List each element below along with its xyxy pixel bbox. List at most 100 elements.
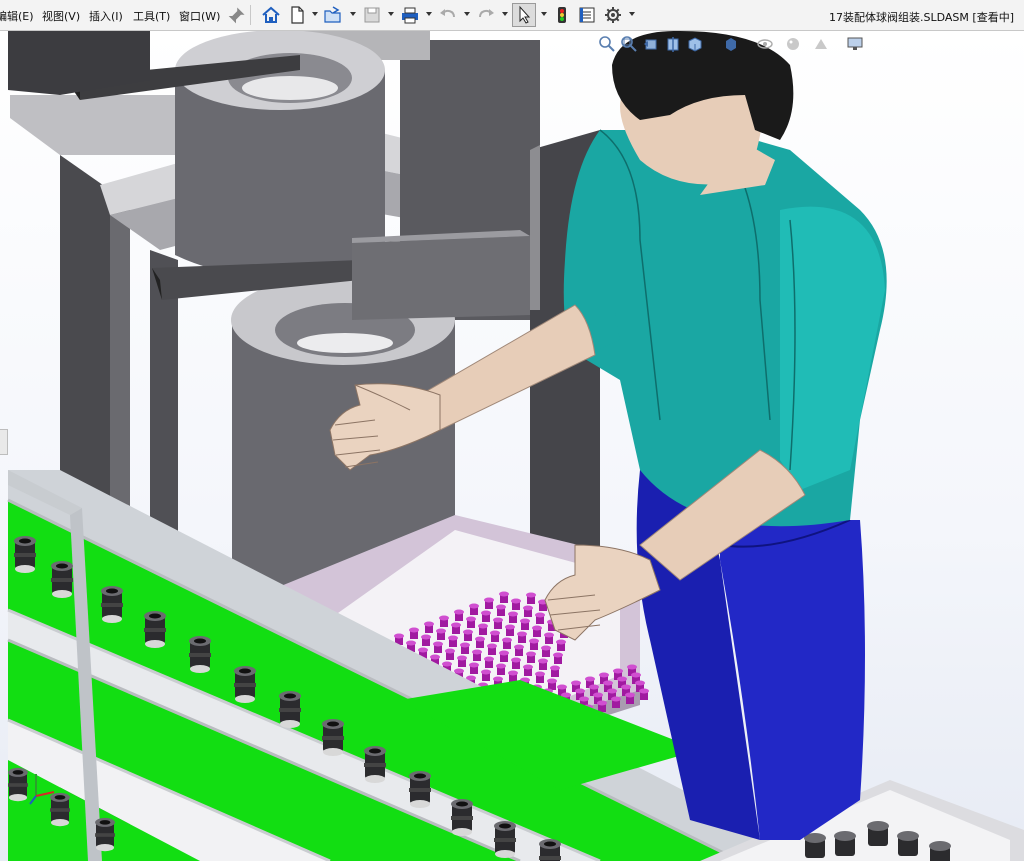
- magenta-part: [481, 669, 491, 681]
- display-style-icon[interactable]: [722, 35, 740, 53]
- magenta-part: [484, 656, 494, 668]
- graphics-viewport[interactable]: [0, 31, 1024, 861]
- magenta-part: [460, 642, 470, 654]
- magenta-part: [538, 658, 548, 670]
- magenta-part: [463, 629, 473, 641]
- magenta-part: [469, 603, 479, 615]
- valve-part: [539, 839, 561, 861]
- magenta-part: [639, 688, 649, 700]
- menu-window[interactable]: 窗口(W): [179, 8, 220, 24]
- magenta-part: [535, 612, 545, 624]
- valve-part: [409, 771, 431, 808]
- magenta-part: [490, 630, 500, 642]
- valve-part: [144, 611, 166, 648]
- select-arrow-icon[interactable]: [512, 3, 536, 27]
- valve-part: [364, 746, 386, 783]
- magenta-part: [451, 622, 461, 634]
- edit-appearance-icon[interactable]: [784, 35, 802, 53]
- magenta-part: [448, 635, 458, 647]
- pin-icon[interactable]: [225, 5, 245, 25]
- magenta-part: [475, 636, 485, 648]
- apply-scene-icon[interactable]: [812, 35, 830, 53]
- magenta-part: [541, 645, 551, 657]
- menu-insert[interactable]: 插入(I): [89, 8, 123, 24]
- magenta-part: [526, 592, 536, 604]
- valve-part: [867, 821, 889, 846]
- view-orientation-icon[interactable]: [686, 35, 704, 53]
- magenta-part: [597, 700, 607, 712]
- magenta-part: [496, 663, 506, 675]
- open-folder-icon[interactable]: [322, 4, 344, 26]
- document-title: 17装配体球阀组装.SLDASM [查看中]: [829, 11, 1014, 24]
- valve-part: [95, 817, 115, 852]
- file-properties-icon[interactable]: [576, 4, 598, 26]
- monitor-icon[interactable]: [846, 35, 864, 53]
- valve-part: [804, 833, 826, 858]
- traffic-light-icon[interactable]: [551, 4, 573, 26]
- undo-icon[interactable]: [437, 4, 459, 26]
- valve-part: [189, 636, 211, 673]
- valve-part: [494, 821, 516, 858]
- valve-part: [834, 831, 856, 856]
- previous-view-icon[interactable]: [642, 35, 660, 53]
- magenta-part: [556, 639, 566, 651]
- menu-bar: 编辑(E) 视图(V) 插入(I) 工具(T) 窗口(W) 17装配体球阀组装.…: [0, 0, 1024, 31]
- menu-edit[interactable]: 编辑(E): [0, 8, 34, 24]
- zoom-to-area-icon[interactable]: [620, 35, 638, 53]
- magenta-part: [466, 616, 476, 628]
- gear-icon[interactable]: [602, 4, 624, 26]
- magenta-part: [523, 605, 533, 617]
- magenta-part: [472, 649, 482, 661]
- valve-part: [14, 536, 36, 573]
- magenta-part: [547, 678, 557, 690]
- magenta-part: [508, 611, 518, 623]
- magenta-part: [625, 692, 635, 704]
- valve-part: [51, 561, 73, 598]
- magenta-part: [484, 597, 494, 609]
- valve-part: [929, 841, 951, 861]
- magenta-part: [421, 634, 431, 646]
- menu-tools[interactable]: 工具(T): [133, 8, 170, 24]
- magenta-part: [457, 655, 467, 667]
- save-icon[interactable]: [361, 4, 383, 26]
- new-document-icon[interactable]: [286, 4, 308, 26]
- magenta-part: [478, 623, 488, 635]
- valve-part: [234, 666, 256, 703]
- magenta-part: [409, 627, 419, 639]
- magenta-part: [517, 631, 527, 643]
- print-icon[interactable]: [399, 4, 421, 26]
- home-icon[interactable]: [260, 4, 282, 26]
- magenta-part: [481, 610, 491, 622]
- magenta-part: [424, 621, 434, 633]
- valve-part: [451, 799, 473, 836]
- magenta-part: [520, 618, 530, 630]
- valve-part: [101, 586, 123, 623]
- feature-manager-collapse-tab[interactable]: [0, 429, 8, 455]
- hide-show-icon[interactable]: [756, 35, 774, 53]
- magenta-part: [499, 591, 509, 603]
- magenta-part: [433, 641, 443, 653]
- magenta-part: [469, 662, 479, 674]
- section-view-icon[interactable]: [664, 35, 682, 53]
- magenta-part: [611, 696, 621, 708]
- zoom-to-fit-icon[interactable]: [598, 35, 616, 53]
- magenta-part: [493, 617, 503, 629]
- redo-icon[interactable]: [475, 4, 497, 26]
- magenta-part: [496, 604, 506, 616]
- magenta-part: [544, 632, 554, 644]
- magenta-part: [499, 650, 509, 662]
- magenta-part: [439, 615, 449, 627]
- magenta-part: [454, 609, 464, 621]
- magenta-part: [502, 637, 512, 649]
- valve-part: [279, 691, 301, 728]
- valve-part: [322, 719, 344, 756]
- magenta-part: [511, 657, 521, 669]
- magenta-part: [550, 665, 560, 677]
- valve-part: [8, 767, 28, 802]
- magenta-part: [505, 624, 515, 636]
- menu-view[interactable]: 视图(V): [42, 8, 80, 24]
- magenta-part: [553, 652, 563, 664]
- magenta-part: [436, 628, 446, 640]
- magenta-part: [532, 625, 542, 637]
- magenta-part: [487, 643, 497, 655]
